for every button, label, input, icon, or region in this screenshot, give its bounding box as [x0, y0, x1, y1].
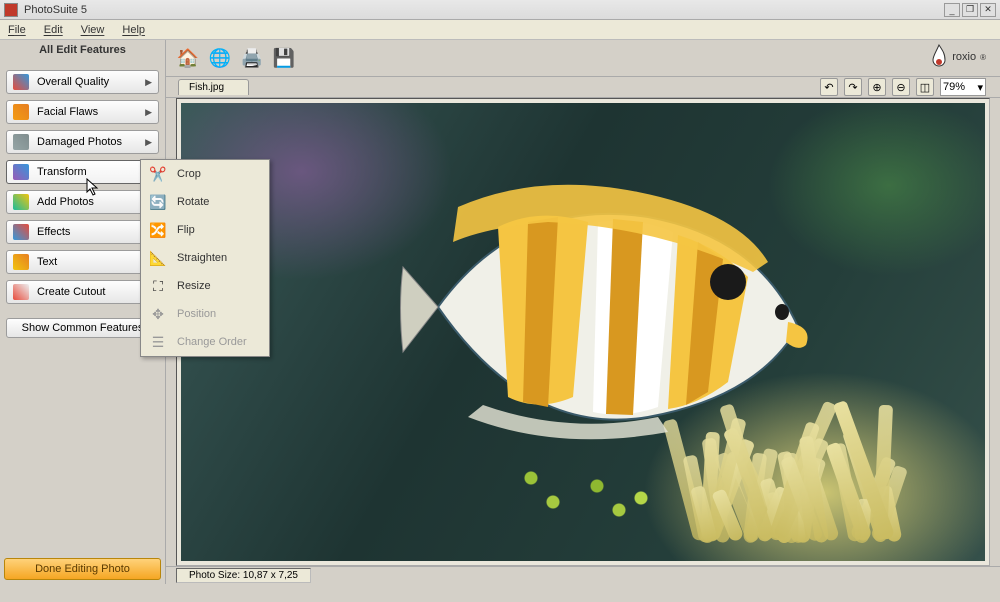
order-icon: ☰	[149, 333, 167, 351]
zoom-out-button[interactable]: ⊖	[892, 78, 910, 96]
chevron-right-icon: ▶	[145, 107, 152, 118]
flyout-label: Resize	[177, 280, 211, 292]
sidebar-item-overall-quality[interactable]: Overall Quality ▶	[6, 70, 159, 94]
flyout-item-straighten[interactable]: 📐 Straighten	[141, 244, 269, 272]
menu-view[interactable]: View	[81, 24, 105, 36]
save-icon[interactable]: 💾	[272, 46, 296, 70]
document-tab[interactable]: Fish.jpg	[178, 79, 249, 95]
sidebar-item-label: Damaged Photos	[37, 136, 122, 148]
sidebar-item-text[interactable]: Text▶	[6, 250, 159, 274]
zoom-select[interactable]: 79% ▾	[940, 78, 986, 96]
add-photo-icon	[13, 194, 29, 210]
fit-button[interactable]: ◫	[916, 78, 934, 96]
damage-icon	[13, 134, 29, 150]
flyout-label: Position	[177, 308, 216, 320]
print-icon[interactable]: 🖨️	[240, 46, 264, 70]
done-editing-button[interactable]: Done Editing Photo	[4, 558, 161, 580]
zoom-value: 79%	[943, 81, 965, 93]
face-icon	[13, 104, 29, 120]
fish-illustration	[398, 167, 818, 447]
show-common-button[interactable]: Show Common Features	[6, 318, 159, 338]
document-bar: Fish.jpg ↶ ↷ ⊕ ⊖ ◫ 79% ▾	[166, 76, 1000, 98]
sidebar-item-effects[interactable]: Effects▶	[6, 220, 159, 244]
menu-help[interactable]: Help	[122, 24, 145, 36]
undo-button[interactable]: ↶	[820, 78, 838, 96]
flyout-item-change-order: ☰ Change Order	[141, 328, 269, 356]
brand-text: roxio	[952, 51, 976, 63]
menu-bar: File Edit View Help	[0, 20, 1000, 40]
flyout-item-position: ✥ Position	[141, 300, 269, 328]
redo-button[interactable]: ↷	[844, 78, 862, 96]
sidebar-item-add-photos[interactable]: Add Photos▶	[6, 190, 159, 214]
minimize-button[interactable]: _	[944, 3, 960, 17]
flyout-item-resize[interactable]: ⛶ Resize	[141, 272, 269, 300]
flyout-item-crop[interactable]: ✂️ Crop	[141, 160, 269, 188]
chevron-down-icon: ▾	[977, 81, 983, 94]
app-icon	[4, 3, 18, 17]
flyout-label: Rotate	[177, 196, 209, 208]
chevron-right-icon: ▶	[145, 137, 152, 148]
main-toolbar: 🏠 🌐 🖨️ 💾 roxio ®	[166, 40, 1000, 76]
transform-icon	[13, 164, 29, 180]
flyout-label: Crop	[177, 168, 201, 180]
sidebar-item-label: Effects	[37, 226, 70, 238]
effects-icon	[13, 224, 29, 240]
zoom-in-button[interactable]: ⊕	[868, 78, 886, 96]
maximize-button[interactable]: ❐	[962, 3, 978, 17]
home-icon[interactable]: 🏠	[176, 46, 200, 70]
flyout-item-rotate[interactable]: 🔄 Rotate	[141, 188, 269, 216]
sidebar-item-label: Text	[37, 256, 57, 268]
straighten-icon: 📐	[149, 249, 167, 267]
window-title: PhotoSuite 5	[24, 4, 944, 16]
sidebar-item-label: Facial Flaws	[37, 106, 98, 118]
flip-icon: 🔀	[149, 221, 167, 239]
flyout-label: Straighten	[177, 252, 227, 264]
sidebar-item-label: Add Photos	[37, 196, 94, 208]
sidebar-header: All Edit Features	[4, 40, 161, 62]
library-icon[interactable]: 🌐	[208, 46, 232, 70]
quality-icon	[13, 74, 29, 90]
registered-icon: ®	[980, 53, 986, 62]
sidebar-item-label: Create Cutout	[37, 286, 105, 298]
flyout-item-flip[interactable]: 🔀 Flip	[141, 216, 269, 244]
sidebar-item-create-cutout[interactable]: Create Cutout	[6, 280, 159, 304]
chevron-right-icon: ▶	[145, 77, 152, 88]
canvas-area[interactable]	[176, 98, 990, 566]
sidebar-item-damaged-photos[interactable]: Damaged Photos ▶	[6, 130, 159, 154]
flyout-label: Flip	[177, 224, 195, 236]
sidebar-item-label: Overall Quality	[37, 76, 109, 88]
photo-canvas	[181, 103, 985, 561]
status-photo-size: Photo Size: 10,87 x 7,25	[176, 568, 311, 583]
flyout-label: Change Order	[177, 336, 247, 348]
rotate-icon: 🔄	[149, 193, 167, 211]
brand-logo: roxio ®	[930, 44, 986, 70]
resize-icon: ⛶	[149, 277, 167, 295]
menu-file[interactable]: File	[8, 24, 26, 36]
title-bar: PhotoSuite 5 _ ❐ ✕	[0, 0, 1000, 20]
status-bar: Photo Size: 10,87 x 7,25	[166, 566, 1000, 584]
crop-icon: ✂️	[149, 165, 167, 183]
position-icon: ✥	[149, 305, 167, 323]
flame-icon	[930, 44, 948, 70]
sidebar-item-facial-flaws[interactable]: Facial Flaws ▶	[6, 100, 159, 124]
text-icon	[13, 254, 29, 270]
sidebar-item-label: Transform	[37, 166, 87, 178]
close-button[interactable]: ✕	[980, 3, 996, 17]
menu-edit[interactable]: Edit	[44, 24, 63, 36]
sidebar-item-transform[interactable]: Transform▶	[6, 160, 159, 184]
transform-flyout: ✂️ Crop 🔄 Rotate 🔀 Flip 📐 Straighten ⛶ Resize…	[140, 159, 270, 357]
cutout-icon	[13, 284, 29, 300]
